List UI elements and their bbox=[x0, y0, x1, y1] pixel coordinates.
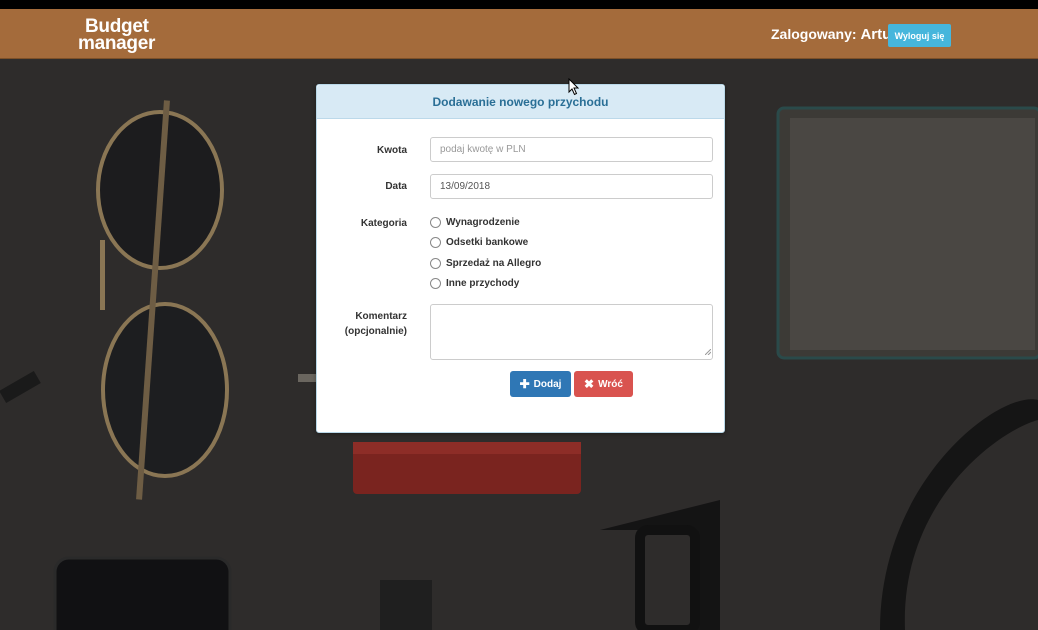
back-button-label: Wróć bbox=[598, 378, 623, 390]
radio-button[interactable] bbox=[430, 237, 441, 248]
form-title: Dodawanie nowego przychodu bbox=[317, 85, 724, 119]
add-income-form: Dodawanie nowego przychodu Kwota Data Ka… bbox=[316, 84, 725, 433]
add-button[interactable]: ✚ Dodaj bbox=[510, 371, 571, 397]
comment-label-line-2: (opcjonalnie) bbox=[344, 326, 407, 337]
close-icon: ✖ bbox=[584, 377, 595, 391]
amount-input[interactable] bbox=[430, 137, 713, 162]
category-option-salary[interactable]: Wynagrodzenie bbox=[430, 217, 520, 228]
category-option-label: Sprzedaż na Allegro bbox=[446, 258, 542, 269]
comment-label-line-1: Komentarz bbox=[355, 311, 407, 322]
category-option-label: Inne przychody bbox=[446, 278, 520, 289]
category-option-label: Odsetki bankowe bbox=[446, 237, 529, 248]
category-label: Kategoria bbox=[360, 218, 407, 229]
plus-icon: ✚ bbox=[519, 377, 530, 391]
back-button[interactable]: ✖ Wróć bbox=[574, 371, 633, 397]
radio-button[interactable] bbox=[430, 217, 441, 228]
brand-line-2: manager bbox=[78, 33, 156, 54]
radio-button[interactable] bbox=[430, 258, 441, 269]
logout-button[interactable]: Wyloguj się bbox=[888, 24, 951, 47]
comment-textarea[interactable] bbox=[430, 304, 713, 360]
radio-button[interactable] bbox=[430, 278, 441, 289]
mouse-cursor-icon bbox=[568, 78, 580, 96]
brand-logo[interactable]: Budget manager bbox=[78, 17, 156, 54]
category-option-other[interactable]: Inne przychody bbox=[430, 278, 519, 289]
date-label: Data bbox=[385, 181, 407, 192]
comment-label: Komentarz (opcjonalnie) bbox=[345, 309, 407, 339]
category-option-interest[interactable]: Odsetki bankowe bbox=[430, 237, 528, 248]
top-navbar: Budget manager Zalogowany: Artur Wyloguj… bbox=[0, 9, 1038, 59]
category-option-label: Wynagrodzenie bbox=[446, 217, 520, 228]
window-top-strip bbox=[0, 0, 1038, 9]
add-button-label: Dodaj bbox=[533, 378, 562, 390]
category-option-allegro[interactable]: Sprzedaż na Allegro bbox=[430, 258, 541, 269]
date-input[interactable] bbox=[430, 174, 713, 199]
logged-label: Zalogowany: bbox=[771, 26, 857, 42]
amount-label: Kwota bbox=[377, 145, 407, 156]
resize-grip-icon[interactable] bbox=[705, 349, 711, 355]
logged-in-status: Zalogowany: Artur bbox=[771, 26, 897, 43]
